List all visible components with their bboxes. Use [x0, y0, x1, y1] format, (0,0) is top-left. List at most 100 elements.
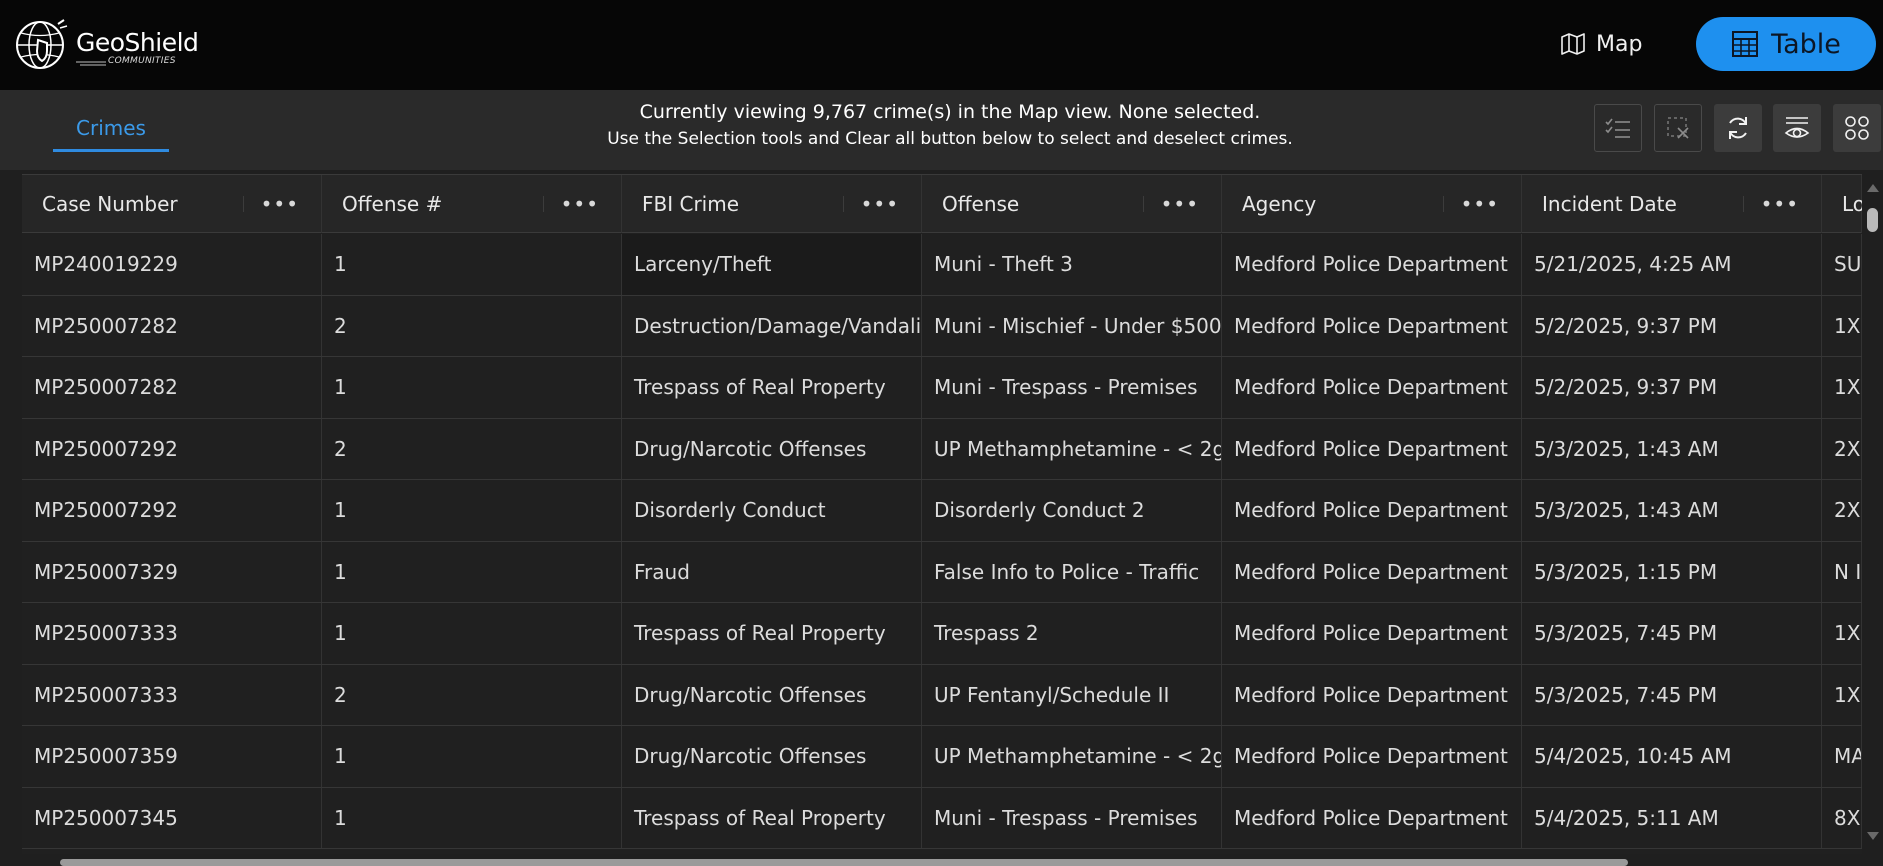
vertical-scroll-thumb[interactable] — [1867, 208, 1878, 232]
clear-selection-icon — [1667, 117, 1689, 139]
table-row[interactable]: MP250007359 1 Drug/Narcotic Offenses UP Met… — [22, 726, 1862, 788]
cell-offense-number: 1 — [322, 603, 622, 664]
cell-case-number: MP250007333 — [22, 603, 322, 664]
cell-fbi-crime: Trespass of Real Property — [622, 787, 922, 848]
tab-crimes[interactable]: Crimes — [53, 106, 169, 152]
table-row[interactable]: MP250007292 2 Drug/Narcotic Offenses UP Met… — [22, 418, 1862, 480]
column-header-label: Offense # — [342, 192, 443, 216]
cell-incident-date: 5/2/2025, 9:37 PM — [1522, 295, 1822, 356]
table-row[interactable]: MP250007282 2 Destruction/Damage/Vandalism… — [22, 295, 1862, 357]
cell-offense: False Info to Police - Traffic — [922, 541, 1222, 602]
table-row[interactable]: MP250007333 1 Trespass of Real Property Tre… — [22, 603, 1862, 665]
refresh-button[interactable] — [1714, 104, 1762, 152]
cell-agency: Medford Police Department — [1222, 357, 1522, 418]
cell-offense-number: 2 — [322, 664, 622, 725]
selection-status: Currently viewing 9,767 crime(s) in the … — [540, 98, 1360, 152]
cell-fbi-crime: Fraud — [622, 541, 922, 602]
cell-offense-number: 2 — [322, 295, 622, 356]
column-menu-icon[interactable]: ••• — [1442, 192, 1499, 216]
cell-offense-number: 1 — [322, 726, 622, 787]
geoshield-logo[interactable]: GeoShield COMMUNITIES — [14, 16, 199, 74]
globe-shield-icon — [16, 19, 68, 69]
cell-fbi-crime: Drug/Narcotic Offenses — [622, 726, 922, 787]
cell-offense-number: 1 — [322, 357, 622, 418]
column-menu-icon[interactable]: ••• — [242, 192, 299, 216]
cell-case-number: MP250007282 — [22, 295, 322, 356]
table-row[interactable]: MP250007333 2 Drug/Narcotic Offenses UP Fen… — [22, 664, 1862, 726]
cell-incident-date: 5/4/2025, 5:11 AM — [1522, 787, 1822, 848]
cell-fbi-crime: Drug/Narcotic Offenses — [622, 664, 922, 725]
column-header-incident-date[interactable]: Incident Date ••• — [1522, 175, 1822, 233]
cell-incident-date: 5/3/2025, 1:15 PM — [1522, 541, 1822, 602]
table-row[interactable]: MP250007329 1 Fraud False Info to Police - … — [22, 541, 1862, 603]
cell-offense: UP Fentanyl/Schedule II — [922, 664, 1222, 725]
map-view-label: Map — [1596, 31, 1643, 57]
column-header-label: FBI Crime — [642, 192, 740, 216]
table-body: MP240019229 1 Larceny/Theft Muni - Theft 3M… — [22, 234, 1862, 849]
column-header-offense[interactable]: Offense ••• — [922, 175, 1222, 233]
cell-agency: Medford Police Department — [1222, 541, 1522, 602]
scroll-up-icon[interactable] — [1867, 184, 1879, 192]
table-view-button[interactable]: Table — [1696, 17, 1876, 71]
logo-title: GeoShield — [76, 28, 199, 57]
cell-incident-date: 5/3/2025, 1:43 AM — [1522, 480, 1822, 541]
cell-case-number: MP250007282 — [22, 357, 322, 418]
cell-location: 1X — [1822, 357, 1862, 418]
grid-options-button[interactable] — [1833, 104, 1881, 152]
cell-agency: Medford Police Department — [1222, 295, 1522, 356]
column-header-location[interactable]: Lo — [1822, 175, 1862, 233]
app-window: GeoShield COMMUNITIES Map Table Crimes C… — [0, 0, 1883, 866]
cell-case-number: MP250007345 — [22, 787, 322, 848]
table-row[interactable]: MP250007292 1 Disorderly Conduct Disorderly… — [22, 480, 1862, 542]
cell-incident-date: 5/3/2025, 7:45 PM — [1522, 603, 1822, 664]
status-viewing-text: Currently viewing 9,767 crime(s) in the … — [639, 101, 1261, 123]
cell-location: 2X — [1822, 418, 1862, 479]
cell-offense-number: 1 — [322, 480, 622, 541]
column-header-label: Agency — [1242, 192, 1317, 216]
cell-case-number: MP250007333 — [22, 664, 322, 725]
cell-case-number: MP240019229 — [22, 234, 322, 295]
cell-location: N I — [1822, 541, 1862, 602]
cell-agency: Medford Police Department — [1222, 664, 1522, 725]
cell-incident-date: 5/4/2025, 10:45 AM — [1522, 726, 1822, 787]
cell-location: MA — [1822, 726, 1862, 787]
column-header-label: Case Number — [42, 192, 178, 216]
column-header-case-number[interactable]: Case Number ••• — [22, 175, 322, 233]
cell-offense: UP Methamphetamine - < 2g — [922, 726, 1222, 787]
cell-fbi-crime: Destruction/Damage/Vandalism — [622, 295, 922, 356]
clear-selection-button[interactable] — [1654, 104, 1702, 152]
column-header-offense-number[interactable]: Offense # ••• — [322, 175, 622, 233]
column-header-agency[interactable]: Agency ••• — [1222, 175, 1522, 233]
cell-offense: Muni - Mischief - Under $500 — [922, 295, 1222, 356]
cell-offense: UP Methamphetamine - < 2g — [922, 418, 1222, 479]
column-menu-icon[interactable]: ••• — [542, 192, 599, 216]
show-selected-button[interactable] — [1773, 104, 1821, 152]
column-menu-icon[interactable]: ••• — [842, 192, 899, 216]
table-row[interactable]: MP250007282 1 Trespass of Real Property Mun… — [22, 357, 1862, 419]
cell-location: 1X — [1822, 664, 1862, 725]
cell-incident-date: 5/3/2025, 1:43 AM — [1522, 418, 1822, 479]
cell-offense-number: 1 — [322, 541, 622, 602]
scroll-down-icon[interactable] — [1867, 832, 1879, 840]
table-header-row: Case Number ••• Offense # ••• FBI Crime … — [22, 175, 1862, 233]
column-menu-icon[interactable]: ••• — [1142, 192, 1199, 216]
table-view-label: Table — [1771, 28, 1841, 60]
cell-location: 8X — [1822, 787, 1862, 848]
select-all-icon — [1605, 118, 1630, 138]
cell-location: 1X — [1822, 603, 1862, 664]
cell-incident-date: 5/2/2025, 9:37 PM — [1522, 357, 1822, 418]
cell-fbi-crime: Drug/Narcotic Offenses — [622, 418, 922, 479]
table-toolbar: Crimes Currently viewing 9,767 crime(s) … — [0, 90, 1883, 170]
vertical-scrollbar[interactable] — [1862, 178, 1883, 848]
column-header-fbi-crime[interactable]: FBI Crime ••• — [622, 175, 922, 233]
grid-options-icon — [1845, 116, 1869, 140]
map-view-button[interactable]: Map — [1560, 24, 1642, 64]
select-all-button[interactable] — [1594, 104, 1642, 152]
horizontal-scrollbar[interactable] — [22, 854, 1862, 866]
table-row[interactable]: MP240019229 1 Larceny/Theft Muni - Theft 3M… — [22, 234, 1862, 296]
cell-fbi-crime: Trespass of Real Property — [622, 357, 922, 418]
column-menu-icon[interactable]: ••• — [1742, 192, 1799, 216]
table-row[interactable]: MP250007345 1 Trespass of Real Property Mun… — [22, 787, 1862, 849]
horizontal-scroll-thumb[interactable] — [60, 859, 1628, 866]
status-help-text: Use the Selection tools and Clear all bu… — [607, 129, 1293, 149]
